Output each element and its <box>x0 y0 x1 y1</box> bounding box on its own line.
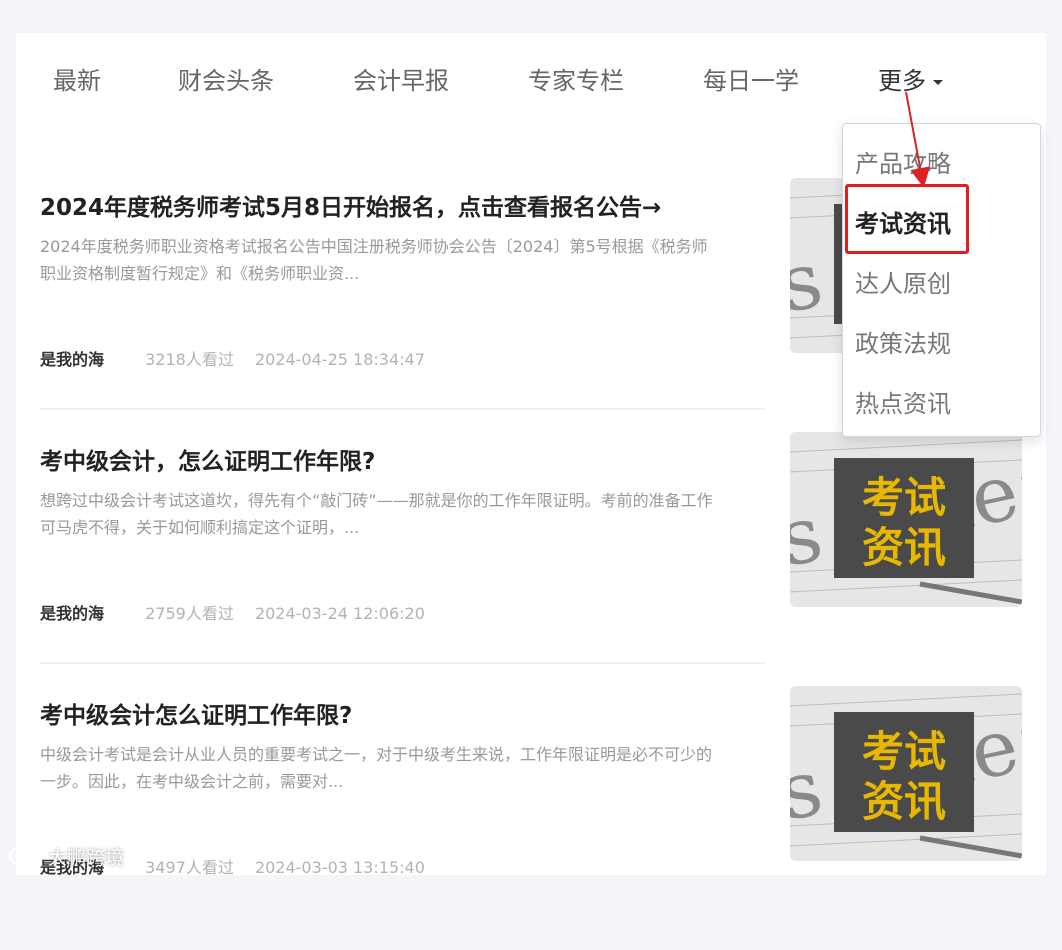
tab-more-dropdown[interactable]: 更多 <box>878 61 943 96</box>
tab-accounting-morning-news[interactable]: 会计早报 <box>353 61 449 96</box>
article-summary: 2024年度税务师职业资格考试报名公告中国注册税务师协会公告〔2024〕第5号根… <box>40 237 708 283</box>
article-divider <box>40 662 765 664</box>
article-title[interactable]: 2024年度税务师考试5月8日开始报名，点击查看报名公告→ <box>40 188 661 222</box>
menu-item-policy-regulations[interactable]: 政策法规 <box>855 324 951 359</box>
article-views: 2759人看过 <box>145 604 234 623</box>
article-datetime: 2024-03-24 12:06:20 <box>254 604 425 623</box>
article-meta: 是我的海 3218人看过 2024-04-25 18:34:47 <box>40 346 425 370</box>
article-summary: 想跨过中级会计考试这道坎，得先有个“敲门砖”——那就是你的工作年限证明。考前的准… <box>40 491 713 537</box>
article-divider <box>40 408 765 410</box>
watermark-text: 大鹏跨境 <box>48 846 125 869</box>
article-author[interactable]: 是我的海 <box>40 350 104 369</box>
article-thumbnail[interactable]: s Relea 考试 资讯 <box>790 686 1022 861</box>
article-thumbnail[interactable]: s Relea 考试 资讯 <box>790 432 1022 607</box>
article-item[interactable]: 考中级会计怎么证明工作年限? 中级会计考试是会计从业人员的重要考试之一，对于中级… <box>40 686 1025 950</box>
tab-expert-column[interactable]: 专家专栏 <box>528 61 624 96</box>
watermark: 大鹏跨境 <box>8 842 124 870</box>
menu-item-expert-original[interactable]: 达人原创 <box>855 264 951 299</box>
article-title[interactable]: 考中级会计怎么证明工作年限? <box>40 696 352 730</box>
thumbnail-label-top: 考试 <box>862 473 946 522</box>
highlight-box <box>845 184 969 254</box>
tab-finance-headlines[interactable]: 财会头条 <box>178 61 274 96</box>
article-meta: 是我的海 2759人看过 2024-03-24 12:06:20 <box>40 600 425 624</box>
article-title[interactable]: 考中级会计，怎么证明工作年限? <box>40 442 375 476</box>
thumbnail-label-bottom: 资讯 <box>862 777 946 826</box>
article-summary: 中级会计考试是会计从业人员的重要考试之一，对于中级考生来说，工作年限证明是必不可… <box>40 745 713 791</box>
tab-daily-study[interactable]: 每日一学 <box>703 61 799 96</box>
more-dropdown-menu: 产品攻略 考试资讯 达人原创 政策法规 热点资讯 <box>842 123 1041 437</box>
top-nav: 最新 财会头条 会计早报 专家专栏 每日一学 更多 <box>16 33 1046 123</box>
article-views: 3218人看过 <box>145 350 234 369</box>
menu-item-product-guide[interactable]: 产品攻略 <box>855 144 951 179</box>
watermark-logo-icon <box>8 846 40 866</box>
thumbnail-label-top: 考试 <box>862 727 946 776</box>
article-item[interactable]: 考中级会计，怎么证明工作年限? 想跨过中级会计考试这道坎，得先有个“敲门砖”——… <box>40 432 1025 696</box>
thumbnail-label-bottom: 资讯 <box>862 523 946 572</box>
tab-latest[interactable]: 最新 <box>53 61 101 96</box>
article-datetime: 2024-03-03 13:15:40 <box>254 858 425 877</box>
more-label: 更多 <box>878 67 926 95</box>
article-views: 3497人看过 <box>145 858 234 877</box>
caret-down-icon <box>933 79 943 85</box>
article-datetime: 2024-04-25 18:34:47 <box>254 350 425 369</box>
article-author[interactable]: 是我的海 <box>40 604 104 623</box>
menu-item-hot-news[interactable]: 热点资讯 <box>855 384 951 419</box>
